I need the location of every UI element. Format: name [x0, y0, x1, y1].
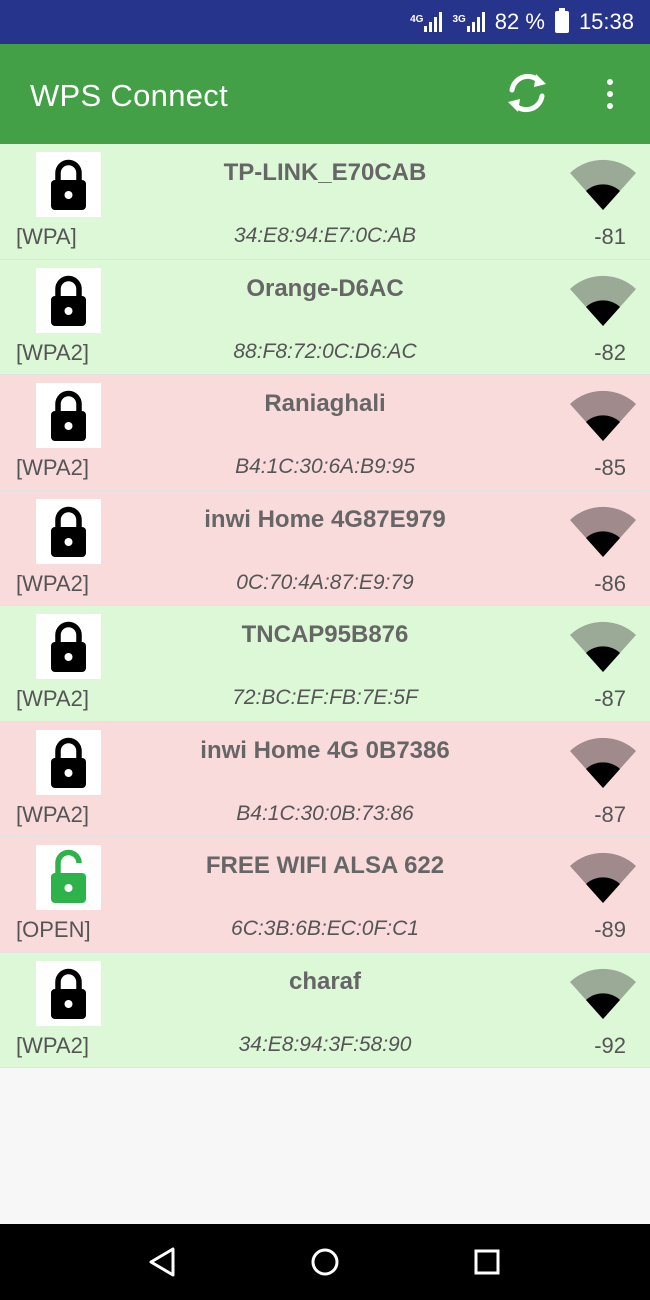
network-ssid: TNCAP95B876 — [241, 621, 409, 648]
navigation-bar — [0, 1224, 650, 1300]
signal-level: -87 — [594, 686, 626, 711]
app-bar: WPS Connect — [0, 44, 650, 144]
network-ssid: FREE WIFI ALSA 622 — [205, 852, 445, 879]
security-type: [WPA2] — [16, 455, 89, 480]
network-ssid: Raniaghali — [264, 390, 386, 417]
security-type: [WPA2] — [16, 686, 89, 711]
network-bssid: 34:E8:94:E7:0C:AB — [233, 224, 417, 247]
security-type: [WPA2] — [16, 801, 89, 827]
lock-icon-box — [36, 845, 101, 910]
lock-icon — [51, 159, 86, 210]
network-bssid: B4:1C:30:6A:B9:95 — [235, 455, 415, 478]
security-type: [OPEN] — [16, 917, 91, 942]
network-row[interactable]: [WPA2] charaf 34:E8:94:3F:58:90 -92 — [0, 952, 650, 1068]
lock-icon — [51, 621, 86, 672]
wifi-signal-icon — [570, 159, 636, 210]
network-bssid: 72:BC:EF:FB:7E:5F — [232, 686, 418, 709]
signal-level: -87 — [594, 801, 626, 827]
signal-level: -92 — [594, 1032, 626, 1058]
network-row[interactable]: [WPA2] inwi Home 4G 0B7386 B4:1C:30:0B:7… — [0, 721, 650, 837]
wifi-signal-icon — [570, 390, 636, 441]
signal-level: -82 — [594, 339, 626, 365]
lock-icon-box — [36, 960, 101, 1026]
signal-level: -81 — [594, 224, 626, 249]
network-4g-indicator: 4G — [410, 12, 443, 32]
security-type: [WPA] — [16, 224, 77, 249]
network-row[interactable]: [WPA] TP-LINK_E70CAB 34:E8:94:E7:0C:AB -… — [0, 144, 650, 260]
network-ssid: inwi Home 4G87E979 — [204, 505, 446, 533]
network-ssid: charaf — [288, 967, 362, 995]
more-vert-icon[interactable] — [590, 72, 630, 116]
network-bssid: B4:1C:30:0B:73:86 — [236, 801, 414, 825]
network-bssid: 0C:70:4A:87:E9:79 — [236, 570, 414, 594]
lock-icon-box — [36, 383, 101, 448]
network-bssid: 6C:3B:6B:EC:0F:C1 — [231, 917, 419, 940]
network-ssid: TP-LINK_E70CAB — [223, 159, 427, 186]
wifi-signal-icon — [570, 737, 636, 788]
network-type-label: 4G — [410, 14, 424, 25]
network-row[interactable]: [OPEN] FREE WIFI ALSA 622 6C:3B:6B:EC:0F… — [0, 837, 650, 953]
lock-icon — [51, 968, 86, 1019]
network-bssid: 88:F8:72:0C:D6:AC — [233, 339, 417, 363]
security-type: [WPA2] — [16, 1032, 89, 1058]
signal-level: -85 — [594, 455, 626, 480]
wifi-signal-icon — [570, 968, 636, 1019]
network-row[interactable]: [WPA2] inwi Home 4G87E979 0C:70:4A:87:E9… — [0, 490, 650, 606]
wifi-signal-icon — [570, 621, 636, 672]
network-row[interactable]: [WPA2] Orange-D6AC 88:F8:72:0C:D6:AC -82 — [0, 259, 650, 375]
signal-level: -89 — [594, 917, 626, 942]
signal-strength-icon — [424, 12, 443, 32]
lock-icon-box — [36, 614, 101, 679]
back-icon[interactable] — [144, 1244, 180, 1280]
network-row[interactable]: [WPA2] TNCAP95B876 72:BC:EF:FB:7E:5F -87 — [0, 606, 650, 722]
status-bar: 4G 3G 82 % 15:38 — [0, 0, 650, 44]
clock: 15:38 — [578, 9, 634, 34]
network-type-label: 3G — [452, 14, 466, 25]
security-type: [WPA2] — [16, 339, 89, 365]
network-ssid: Orange-D6AC — [246, 274, 404, 302]
network-list: [WPA] TP-LINK_E70CAB 34:E8:94:E7:0C:AB -… — [0, 144, 650, 1068]
lock-icon — [51, 390, 86, 441]
network-bssid: 34:E8:94:3F:58:90 — [238, 1032, 412, 1056]
signal-strength-icon — [466, 12, 485, 32]
lock-icon — [51, 275, 86, 326]
wifi-signal-icon — [570, 852, 636, 903]
battery-icon — [554, 8, 569, 33]
security-type: [WPA2] — [16, 570, 89, 596]
network-ssid: inwi Home 4G 0B7386 — [200, 736, 450, 764]
battery-percentage: 82 % — [494, 9, 545, 34]
lock-icon-box — [36, 267, 101, 333]
network-3g-indicator: 3G — [452, 12, 485, 32]
recents-icon[interactable] — [469, 1244, 505, 1280]
home-icon[interactable] — [307, 1244, 343, 1280]
wifi-signal-icon — [570, 275, 636, 326]
lock-icon-box — [36, 729, 101, 795]
lock-icon-box — [36, 498, 101, 564]
network-row[interactable]: [WPA2] Raniaghali B4:1C:30:6A:B9:95 -85 — [0, 375, 650, 491]
lock-icon-box — [36, 152, 101, 217]
lock-icon — [51, 737, 86, 788]
app-title: WPS Connect — [30, 78, 228, 113]
unlock-icon — [51, 849, 86, 903]
wifi-signal-icon — [570, 506, 636, 557]
signal-level: -86 — [594, 570, 626, 596]
refresh-icon[interactable] — [502, 68, 552, 118]
lock-icon — [51, 506, 86, 557]
